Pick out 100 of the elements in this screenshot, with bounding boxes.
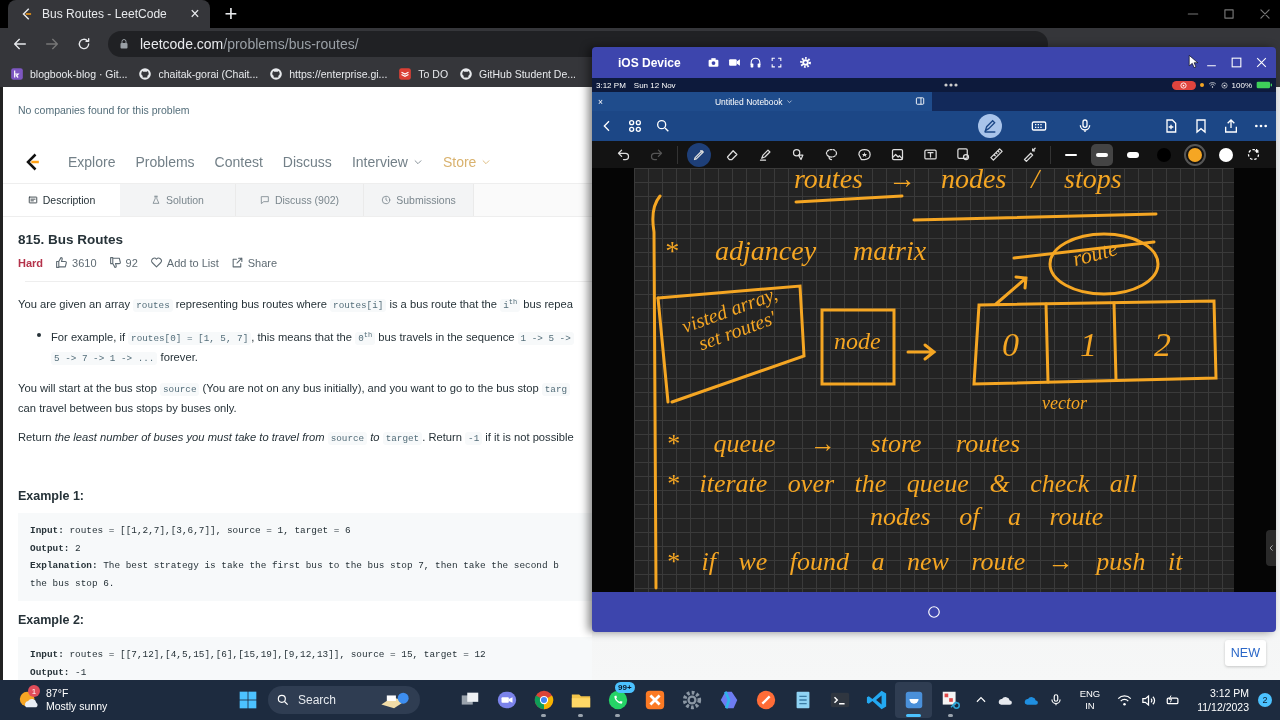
custom-color-icon[interactable]	[1246, 147, 1261, 162]
wifi-icon[interactable]	[1117, 692, 1133, 708]
clock[interactable]: 3:12 PM 11/12/2023	[1197, 686, 1249, 714]
solution-icon	[151, 195, 161, 205]
record-icon	[1180, 81, 1188, 89]
sticker-icon	[856, 147, 872, 162]
sidebar-icon[interactable]	[915, 96, 926, 107]
code-block: Input: routes = [[1,2,7],[3,6,7]], source = 1, target = 6 Output: 2 Explanation: The best strategy is take the first bus to the bus stop 7, then take the second b the bus stop 6.	[18, 513, 592, 602]
chevron-left-icon	[1267, 542, 1275, 554]
back-icon[interactable]	[12, 36, 28, 52]
handwritten-note: vector	[1042, 394, 1087, 414]
todo-icon	[398, 66, 413, 81]
bookmark[interactable]: https://enterprise.gi...	[269, 66, 388, 81]
thumbs-down-icon	[108, 256, 122, 269]
panel-handle[interactable]	[1266, 530, 1276, 566]
nav-link[interactable]: Discuss	[282, 154, 332, 170]
tab-close-button[interactable]: ×	[598, 96, 603, 107]
taskbar-app[interactable]	[895, 682, 932, 718]
nav-link[interactable]: Problems	[135, 154, 195, 170]
vscode-icon	[865, 689, 888, 711]
forward-icon[interactable]	[44, 36, 60, 52]
pen-mode-button[interactable]	[978, 114, 1002, 138]
share-button[interactable]: Share	[230, 256, 278, 269]
laser-icon	[1021, 147, 1037, 162]
keyboard-icon	[1031, 118, 1047, 134]
github-icon	[269, 66, 284, 81]
reload-icon[interactable]	[76, 36, 92, 52]
share-button[interactable]	[1222, 117, 1240, 135]
handwritten-note: node	[834, 328, 881, 355]
battery-percent: 100%	[1231, 80, 1252, 90]
settings-icon[interactable]	[798, 56, 812, 69]
window-title: iOS Device	[618, 55, 681, 70]
chevron-down-icon	[481, 157, 492, 167]
chrome-icon	[532, 689, 555, 711]
redo-icon	[648, 147, 664, 162]
microphone-icon[interactable]	[1048, 693, 1063, 707]
more-dots-icon	[943, 83, 958, 87]
pen-tool[interactable]	[687, 142, 711, 167]
home-button-icon[interactable]	[927, 605, 941, 619]
grid-button[interactable]	[626, 117, 644, 135]
github-icon	[138, 66, 153, 81]
share-icon	[230, 256, 244, 269]
submissions-icon	[381, 195, 392, 205]
dislike-button[interactable]: 92	[108, 256, 138, 269]
weather-widget[interactable]: 1 87°F Mostly sunny	[0, 687, 229, 713]
maximize-icon[interactable]	[1222, 7, 1236, 21]
color-swatch[interactable]	[1184, 143, 1206, 166]
shapes-icon	[790, 147, 806, 162]
pen-icon	[691, 147, 707, 162]
taskbar-app[interactable]: 99+	[599, 682, 636, 718]
camera-icon[interactable]	[706, 56, 720, 69]
bookmark[interactable]: GitHub Student De...	[459, 66, 576, 81]
search-field[interactable]: Search	[268, 686, 420, 714]
notebook-tab[interactable]: × Untitled Notebook	[592, 92, 932, 111]
discuss-icon	[259, 195, 270, 205]
tab[interactable]: Solution	[120, 184, 236, 216]
pen-mode-icon	[982, 118, 998, 134]
handwritten-note: 2	[1154, 326, 1171, 364]
bookmark[interactable]: blogbook-blog · Git...	[10, 66, 128, 81]
heart-icon	[149, 256, 163, 269]
paragraph: You will start at the bus stop source (You are not on any bus initially), and you want to go to the bus stop targ can travel between bus stops by buses only.	[18, 379, 592, 418]
handwritten-note: 1	[1080, 326, 1097, 364]
language-indicator[interactable]: ENG IN	[1079, 688, 1101, 712]
new-button[interactable]: NEW	[1224, 640, 1266, 666]
notebook-title[interactable]: Untitled Notebook	[714, 96, 793, 107]
tab[interactable]: Submissions	[364, 184, 474, 216]
like-button[interactable]: 3610	[55, 256, 97, 269]
new-tab-button[interactable]: +	[218, 3, 244, 25]
handwritten-note: * adjancey matrix	[664, 236, 927, 267]
share-icon	[1223, 118, 1239, 134]
paragraph: You are given an array routes representing bus routes where routes[i] is a bus route that the i$^{th}$ bus repea	[18, 297, 574, 315]
temperature: 87°F	[46, 687, 70, 700]
headphones-icon[interactable]	[748, 56, 762, 69]
handwritten-note: visted array, set routes'	[677, 281, 782, 357]
handwritten-note: routes → nodes / stops	[794, 168, 1122, 195]
search-icon	[655, 118, 671, 134]
bookmark[interactable]: chaitak-gorai (Chait...	[138, 66, 259, 81]
fullscreen-icon[interactable]	[769, 56, 783, 69]
notification-count[interactable]: 2	[1258, 693, 1272, 707]
nav-link[interactable]: Interview	[351, 154, 423, 170]
scan-icon	[955, 147, 971, 162]
volume-icon[interactable]	[1141, 692, 1157, 708]
tab-close-button[interactable]: ×	[186, 6, 204, 22]
tab[interactable]: Description	[3, 184, 120, 216]
microphone-icon	[1077, 118, 1093, 134]
video-camera-icon[interactable]	[727, 56, 741, 69]
windows-logo-icon	[237, 690, 258, 710]
ruler-icon	[988, 147, 1004, 162]
tab[interactable]: Discuss (902)	[236, 184, 364, 216]
close-icon[interactable]	[1258, 7, 1272, 21]
mic-dot-icon	[1199, 83, 1204, 87]
browser-tab[interactable]: Bus Routes - LeetCode ×	[8, 0, 210, 28]
url-text: leetcode.com/problems/bus-routes/	[140, 36, 359, 52]
add-to-list-button[interactable]: Add to List	[149, 256, 219, 269]
bookmark[interactable]: To DO	[398, 66, 449, 81]
nav-link[interactable]: Contest	[214, 154, 263, 170]
stroke-width-option[interactable]	[1091, 143, 1113, 166]
nav-link[interactable]: Explore	[68, 154, 116, 170]
tab-title: Bus Routes - LeetCode	[42, 7, 168, 21]
bookmark-icon	[1193, 118, 1209, 134]
